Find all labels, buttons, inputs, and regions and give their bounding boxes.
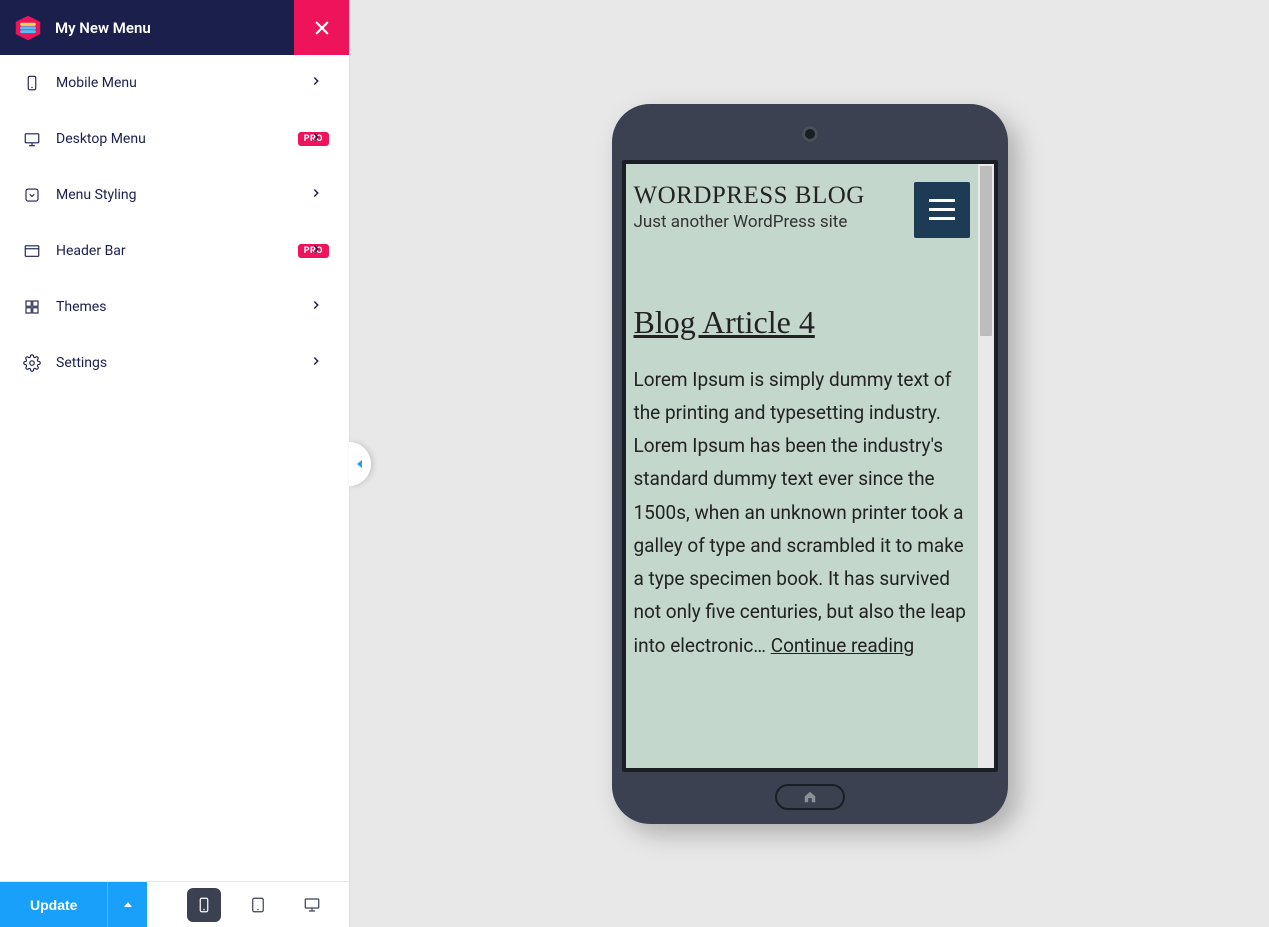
grid-icon <box>20 295 44 319</box>
phone-camera <box>802 126 818 142</box>
site-branding: WORDPRESS BLOG Just another WordPress si… <box>634 182 865 233</box>
home-icon <box>803 790 817 804</box>
chevron-right-icon <box>309 242 327 260</box>
sidebar-item-desktop-menu[interactable]: Desktop Menu PRO <box>0 111 349 167</box>
read-more-link[interactable]: Continue reading <box>771 634 914 657</box>
mobile-icon <box>20 71 44 95</box>
article-body: Lorem Ipsum is simply dummy text of the … <box>634 363 970 662</box>
phone-screen: WORDPRESS BLOG Just another WordPress si… <box>622 160 998 772</box>
sidebar-item-settings[interactable]: Settings <box>0 335 349 391</box>
gear-icon <box>20 351 44 375</box>
sidebar-item-label: Menu Styling <box>56 187 329 203</box>
chevron-right-icon <box>309 354 327 372</box>
phone-content[interactable]: WORDPRESS BLOG Just another WordPress si… <box>626 164 978 768</box>
update-expand-button[interactable] <box>107 882 147 927</box>
sidebar-item-menu-styling[interactable]: Menu Styling <box>0 167 349 223</box>
update-button[interactable]: Update <box>0 882 107 927</box>
sidebar: My New Menu Mobile Menu Desktop Menu PRO <box>0 0 350 927</box>
chevron-right-icon <box>309 74 327 92</box>
sidebar-item-header-bar[interactable]: Header Bar PRO <box>0 223 349 279</box>
article-title-link[interactable]: Blog Article 4 <box>634 304 970 341</box>
window-icon <box>20 239 44 263</box>
site-header: WORDPRESS BLOG Just another WordPress si… <box>634 174 970 244</box>
site-tagline: Just another WordPress site <box>634 212 865 232</box>
phone-frame: WORDPRESS BLOG Just another WordPress si… <box>612 104 1008 824</box>
phone-home-button[interactable] <box>775 784 845 810</box>
device-desktop-button[interactable] <box>295 888 329 922</box>
app-logo <box>0 0 55 55</box>
device-tablet-button[interactable] <box>241 888 275 922</box>
close-button[interactable] <box>294 0 349 55</box>
device-mobile-button[interactable] <box>187 888 221 922</box>
chevron-right-icon <box>309 186 327 204</box>
logo-icon <box>14 14 42 42</box>
hamburger-menu-button[interactable] <box>914 182 970 238</box>
device-switcher <box>147 882 349 927</box>
chevron-right-icon <box>309 298 327 316</box>
chevron-right-icon <box>309 130 327 148</box>
caret-left-icon <box>355 459 365 469</box>
sidebar-footer: Update <box>0 881 349 927</box>
sidebar-header: My New Menu <box>0 0 349 55</box>
sidebar-title: My New Menu <box>55 19 294 37</box>
phone-scrollbar[interactable] <box>978 164 994 768</box>
article: Blog Article 4 Lorem Ipsum is simply dum… <box>634 304 970 662</box>
sidebar-item-themes[interactable]: Themes <box>0 279 349 335</box>
site-title[interactable]: WORDPRESS BLOG <box>634 182 865 211</box>
chevron-down-box-icon <box>20 183 44 207</box>
sidebar-nav: Mobile Menu Desktop Menu PRO Menu Stylin… <box>0 55 349 881</box>
close-icon <box>313 19 331 37</box>
preview-pane: WORDPRESS BLOG Just another WordPress si… <box>350 0 1269 927</box>
sidebar-item-label: Settings <box>56 355 329 371</box>
sidebar-item-label: Desktop Menu <box>56 131 290 147</box>
sidebar-item-label: Themes <box>56 299 329 315</box>
caret-up-icon <box>123 900 133 910</box>
article-excerpt: Lorem Ipsum is simply dummy text of the … <box>634 368 966 657</box>
hamburger-icon <box>929 199 955 220</box>
scrollbar-thumb[interactable] <box>980 166 992 336</box>
sidebar-item-mobile-menu[interactable]: Mobile Menu <box>0 55 349 111</box>
sidebar-item-label: Mobile Menu <box>56 75 329 91</box>
sidebar-item-label: Header Bar <box>56 243 290 259</box>
desktop-icon <box>20 127 44 151</box>
